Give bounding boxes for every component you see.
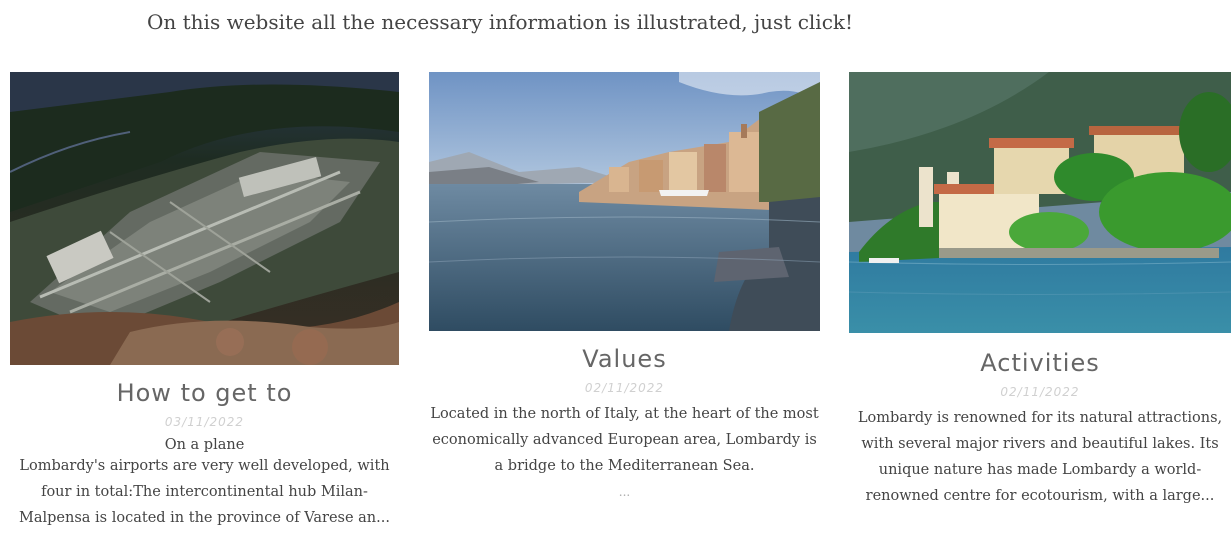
page: On this website all the necessary inform… — [0, 0, 1231, 548]
lakeside-villa-image[interactable] — [849, 72, 1231, 333]
aerial-airport-image[interactable] — [10, 72, 399, 365]
intro-text: On this website all the necessary inform… — [147, 10, 854, 34]
card-title[interactable]: How to get to — [10, 379, 399, 407]
article-card-how-to-get-to: How to get to 03/11/2022 On a plane Lomb… — [10, 72, 399, 531]
card-excerpt: Lombardy's airports are very well develo… — [19, 458, 390, 526]
article-card-values: Values 02/11/2022 Located in the north o… — [429, 72, 820, 505]
card-subtitle: On a plane — [164, 437, 245, 453]
card-title[interactable]: Activities — [849, 349, 1231, 377]
article-card-activities: Activities 02/11/2022 Lombardy is renown… — [849, 72, 1231, 509]
card-excerpt: Lombardy is renowned for its natural att… — [857, 410, 1223, 504]
card-date: 03/11/2022 — [164, 415, 245, 429]
card-excerpt: Located in the north of Italy, at the he… — [430, 406, 819, 474]
card-date: 02/11/2022 — [584, 381, 665, 395]
lake-town-image[interactable] — [429, 72, 820, 331]
card-more-ellipsis: ... — [618, 485, 631, 499]
lakeside-villa-photo — [849, 72, 1231, 333]
aerial-airport-photo — [10, 72, 399, 365]
lake-town-photo — [429, 72, 820, 331]
card-title[interactable]: Values — [429, 345, 820, 373]
card-date: 02/11/2022 — [1000, 385, 1080, 399]
